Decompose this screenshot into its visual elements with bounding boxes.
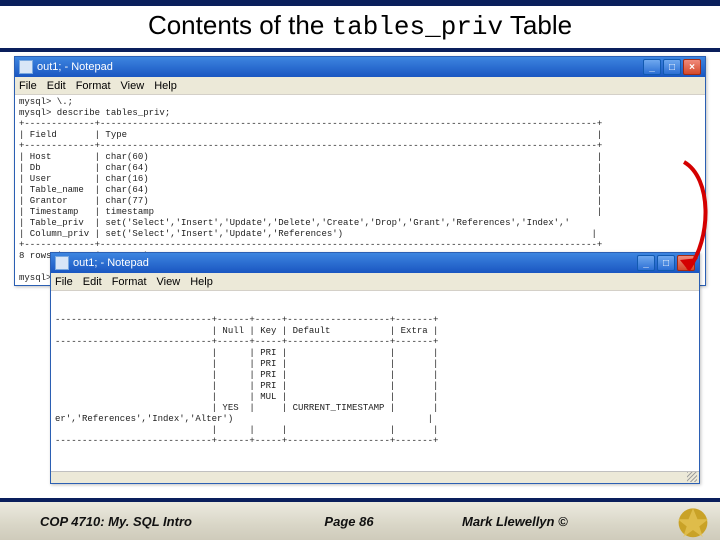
titlebar[interactable]: out1; - Notepad _ □ × bbox=[51, 253, 699, 273]
resize-grip-icon[interactable] bbox=[687, 472, 697, 482]
close-button[interactable]: × bbox=[677, 255, 695, 271]
notepad-icon bbox=[19, 60, 33, 74]
menu-file[interactable]: File bbox=[55, 276, 73, 288]
status-bar bbox=[51, 471, 699, 483]
maximize-button[interactable]: □ bbox=[657, 255, 675, 271]
text-area[interactable]: -----------------------------+------+---… bbox=[51, 291, 699, 483]
slide-footer: COP 4710: My. SQL Intro Page 86 Mark Lle… bbox=[0, 498, 720, 540]
title-text-plain: Contents of the bbox=[148, 10, 332, 40]
window-title-text: out1; - Notepad bbox=[37, 61, 643, 73]
menu-file[interactable]: File bbox=[19, 80, 37, 92]
menu-edit[interactable]: Edit bbox=[47, 80, 66, 92]
footer-author: Mark Llewellyn © bbox=[452, 514, 668, 529]
ucf-logo-icon bbox=[668, 502, 718, 540]
window-title-text: out1; - Notepad bbox=[73, 257, 637, 269]
menu-help[interactable]: Help bbox=[190, 276, 213, 288]
title-text-after: Table bbox=[503, 10, 572, 40]
menu-bar: File Edit Format View Help bbox=[15, 77, 705, 95]
footer-course: COP 4710: My. SQL Intro bbox=[0, 514, 246, 529]
menu-help[interactable]: Help bbox=[154, 80, 177, 92]
menu-view[interactable]: View bbox=[157, 276, 181, 288]
page-title: Contents of the tables_priv Table bbox=[0, 6, 720, 48]
menu-format[interactable]: Format bbox=[76, 80, 111, 92]
menu-format[interactable]: Format bbox=[112, 276, 147, 288]
footer-page: Page 86 bbox=[246, 514, 452, 529]
menu-view[interactable]: View bbox=[121, 80, 145, 92]
notepad-window-2[interactable]: out1; - Notepad _ □ × File Edit Format V… bbox=[50, 252, 700, 484]
close-button[interactable]: × bbox=[683, 59, 701, 75]
title-text-mono: tables_priv bbox=[332, 12, 504, 42]
maximize-button[interactable]: □ bbox=[663, 59, 681, 75]
notepad-icon bbox=[55, 256, 69, 270]
minimize-button[interactable]: _ bbox=[643, 59, 661, 75]
menu-edit[interactable]: Edit bbox=[83, 276, 102, 288]
menu-bar: File Edit Format View Help bbox=[51, 273, 699, 291]
titlebar[interactable]: out1; - Notepad _ □ × bbox=[15, 57, 705, 77]
minimize-button[interactable]: _ bbox=[637, 255, 655, 271]
